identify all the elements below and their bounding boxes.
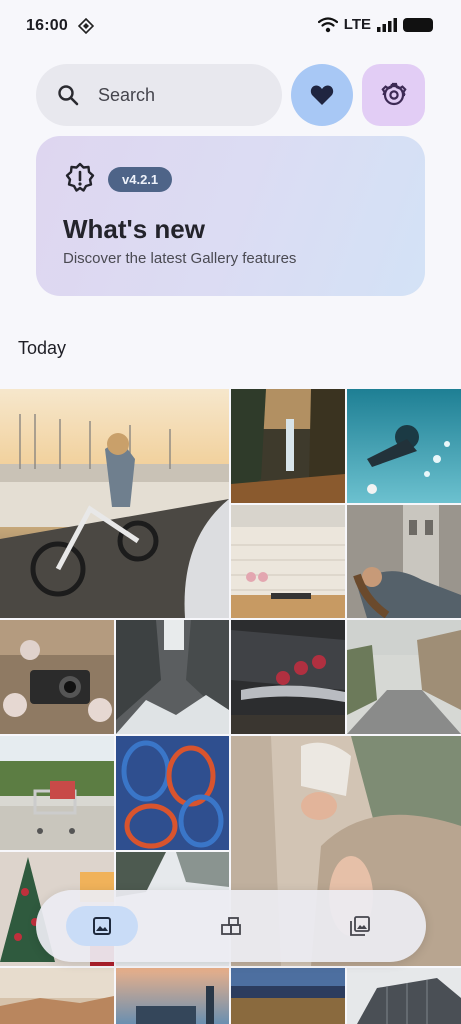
- status-time: 16:00: [26, 17, 68, 34]
- version-badge: v4.2.1: [108, 167, 173, 192]
- photo-tennis-rackets[interactable]: [116, 736, 229, 850]
- alert-badge-icon: [65, 162, 95, 192]
- gear-icon: [380, 82, 407, 106]
- settings-button[interactable]: [362, 64, 425, 126]
- status-icons: LTE: [317, 16, 433, 33]
- photo-classic-car-taillights[interactable]: [231, 620, 345, 734]
- photo-woman-riding-ebike[interactable]: [0, 389, 229, 618]
- photo-coastal-town[interactable]: [0, 968, 114, 1024]
- photo-waterfall[interactable]: [231, 389, 345, 503]
- wifi-icon: [317, 16, 338, 32]
- whats-new-subtitle: Discover the latest Gallery features: [63, 250, 297, 267]
- photo-glass-building[interactable]: [347, 968, 461, 1024]
- photo-white-kitchen[interactable]: [231, 505, 345, 618]
- whats-new-title: What's new: [63, 214, 205, 244]
- whats-new-card[interactable]: v4.2.1 What's new Discover the latest Ga…: [36, 136, 425, 296]
- network-type: LTE: [343, 16, 371, 33]
- search-bar[interactable]: [36, 64, 282, 126]
- photo-underwater-diver[interactable]: [347, 389, 461, 503]
- photo-cotton-and-camera[interactable]: [0, 620, 114, 734]
- battery-icon: [403, 17, 433, 32]
- photo-village-road[interactable]: [347, 620, 461, 734]
- photo-shopping-cart[interactable]: [0, 736, 114, 850]
- search-input[interactable]: [98, 64, 273, 126]
- favorites-button[interactable]: [291, 64, 353, 126]
- photo-city-at-dusk[interactable]: [231, 968, 345, 1024]
- section-title: Today: [18, 338, 67, 358]
- photo-city-sunset[interactable]: [116, 968, 229, 1024]
- heart-icon: [310, 85, 334, 105]
- nav-library[interactable]: [324, 906, 396, 946]
- library-icon: [350, 916, 370, 936]
- signal-icon: [377, 17, 397, 32]
- photos-icon: [93, 917, 111, 935]
- photo-woman-lying-down[interactable]: [347, 505, 461, 618]
- albums-icon: [221, 917, 241, 935]
- search-icon: [58, 85, 79, 106]
- nav-albums[interactable]: [195, 906, 267, 946]
- nfc-icon: [78, 18, 94, 34]
- nav-photos[interactable]: [66, 906, 138, 946]
- photo-snowy-canyon[interactable]: [116, 620, 229, 734]
- status-bar: 16:00 LTE: [0, 0, 461, 52]
- bottom-navigation: [36, 890, 426, 962]
